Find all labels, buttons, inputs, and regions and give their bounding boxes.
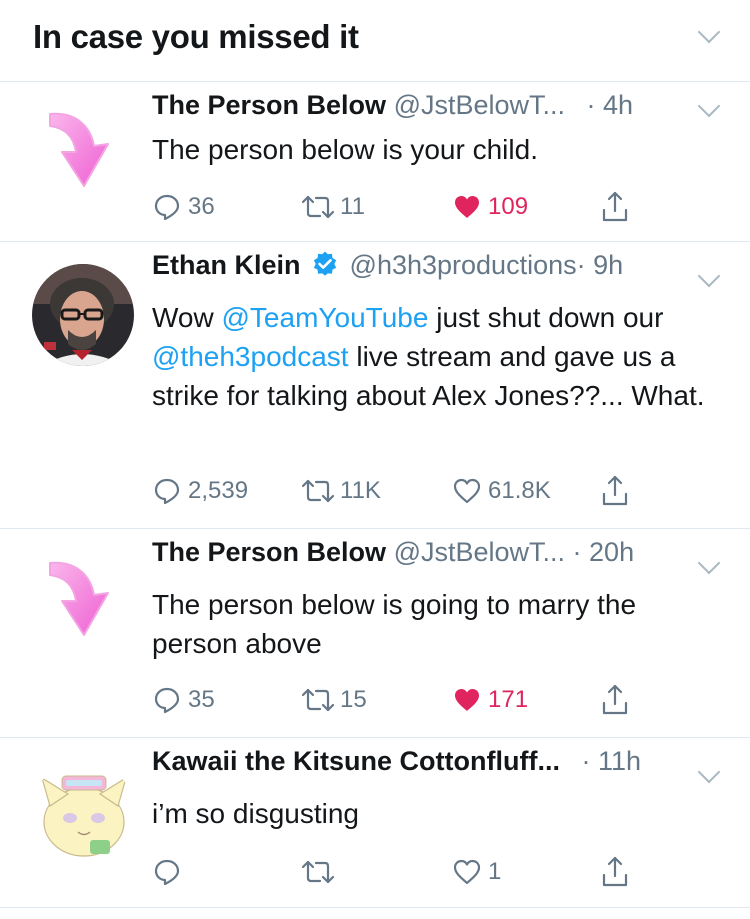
- share-icon: [602, 475, 628, 506]
- reply-icon: [154, 687, 180, 714]
- reply-button[interactable]: [152, 852, 188, 892]
- like-button[interactable]: 171: [452, 680, 528, 720]
- display-name[interactable]: The Person Below: [152, 537, 386, 567]
- share-button[interactable]: [600, 852, 630, 892]
- like-button[interactable]: 1: [452, 852, 501, 892]
- tweet-actions: 36 11 109: [0, 187, 750, 227]
- retweet-icon: [301, 688, 335, 712]
- reply-button[interactable]: 2,539: [152, 471, 248, 511]
- share-icon: [602, 856, 628, 887]
- share-icon: [602, 191, 628, 222]
- mention-link[interactable]: @TeamYouTube: [222, 302, 429, 333]
- tweet-actions: 35 15 171: [0, 680, 750, 720]
- section-title: In case you missed it: [33, 18, 359, 55]
- verified-badge-icon: [313, 251, 337, 276]
- timestamp[interactable]: · 9h: [577, 250, 624, 280]
- reply-icon: [154, 859, 180, 886]
- tweet-text-part: Wow: [152, 302, 222, 333]
- like-count: 61.8K: [488, 477, 551, 504]
- tweet-header: The Person Below @JstBelowT... · 20h: [152, 537, 720, 573]
- tweet-text: i’m so disgusting: [152, 798, 359, 829]
- tweet-header: The Person Below @JstBelowT... · 4h: [152, 90, 720, 126]
- reply-count: 36: [188, 193, 215, 220]
- user-handle[interactable]: @JstBelowT...: [394, 537, 565, 567]
- tweet-text: The person below is going to marry the p…: [152, 589, 637, 659]
- reply-button[interactable]: 36: [152, 187, 215, 227]
- tweet-actions: 1: [0, 852, 750, 892]
- retweet-count: 11K: [340, 477, 381, 504]
- retweet-button[interactable]: 11K: [298, 471, 381, 511]
- share-icon: [602, 684, 628, 715]
- retweet-button[interactable]: 11: [298, 187, 365, 227]
- reply-icon: [154, 478, 180, 505]
- heart-icon: [455, 689, 479, 711]
- like-count: 1: [488, 858, 502, 885]
- tweet-header: Ethan Klein @h3h3productions· 9h: [152, 250, 720, 286]
- tweet[interactable]: Kawaii the Kitsune Cottonfluff... · 11h …: [0, 738, 750, 908]
- retweet-icon: [301, 479, 335, 503]
- display-name[interactable]: Kawaii the Kitsune Cottonfluff...: [152, 746, 560, 776]
- timestamp[interactable]: · 11h: [582, 746, 642, 776]
- tweet[interactable]: The Person Below @JstBelowT... · 20h The…: [0, 529, 750, 738]
- reply-count: 2,539: [188, 477, 249, 504]
- avatar[interactable]: [32, 760, 134, 862]
- display-name[interactable]: The Person Below: [152, 90, 386, 120]
- like-count: 171: [488, 686, 529, 713]
- user-handle[interactable]: @h3h3productions: [350, 250, 577, 280]
- share-button[interactable]: [600, 471, 630, 511]
- timestamp[interactable]: · 20h: [573, 537, 635, 567]
- retweet-count: 15: [340, 686, 367, 713]
- chevron-down-icon[interactable]: [697, 20, 721, 44]
- retweet-button[interactable]: 15: [298, 680, 367, 720]
- pink-arrow-icon: [49, 561, 109, 636]
- retweet-icon: [301, 860, 335, 884]
- tweet-actions: 2,539 11K 61.8K: [0, 471, 750, 511]
- retweet-icon: [301, 195, 335, 219]
- tweet[interactable]: Ethan Klein @h3h3productions· 9h Wow @Te…: [0, 242, 750, 529]
- retweet-button[interactable]: [298, 852, 344, 892]
- reply-icon: [154, 194, 180, 221]
- reply-count: 35: [188, 686, 215, 713]
- tweet-text-part: just shut down our: [428, 302, 664, 333]
- like-count: 109: [488, 193, 529, 220]
- mention-link[interactable]: @theh3podcast: [152, 341, 349, 372]
- user-handle[interactable]: @JstBelowT...: [394, 90, 565, 120]
- share-button[interactable]: [600, 680, 630, 720]
- tweet[interactable]: The Person Below @JstBelowT... · 4h The …: [0, 82, 750, 242]
- retweet-count: 11: [340, 193, 365, 220]
- reply-button[interactable]: 35: [152, 680, 215, 720]
- timestamp[interactable]: · 4h: [587, 90, 634, 120]
- heart-icon: [455, 196, 479, 218]
- share-button[interactable]: [600, 187, 630, 227]
- display-name[interactable]: Ethan Klein: [152, 250, 301, 280]
- like-button[interactable]: 61.8K: [452, 471, 551, 511]
- like-button[interactable]: 109: [452, 187, 528, 227]
- heart-icon: [453, 859, 481, 885]
- tweet-text: Wow @TeamYouTube just shut down our @the…: [152, 298, 712, 415]
- tweet-header: Kawaii the Kitsune Cottonfluff... · 11h: [152, 746, 720, 782]
- tweet-text: The person below is your child.: [152, 134, 538, 165]
- timeline-header: In case you missed it: [0, 0, 750, 82]
- heart-icon: [453, 478, 481, 504]
- avatar[interactable]: [32, 264, 134, 366]
